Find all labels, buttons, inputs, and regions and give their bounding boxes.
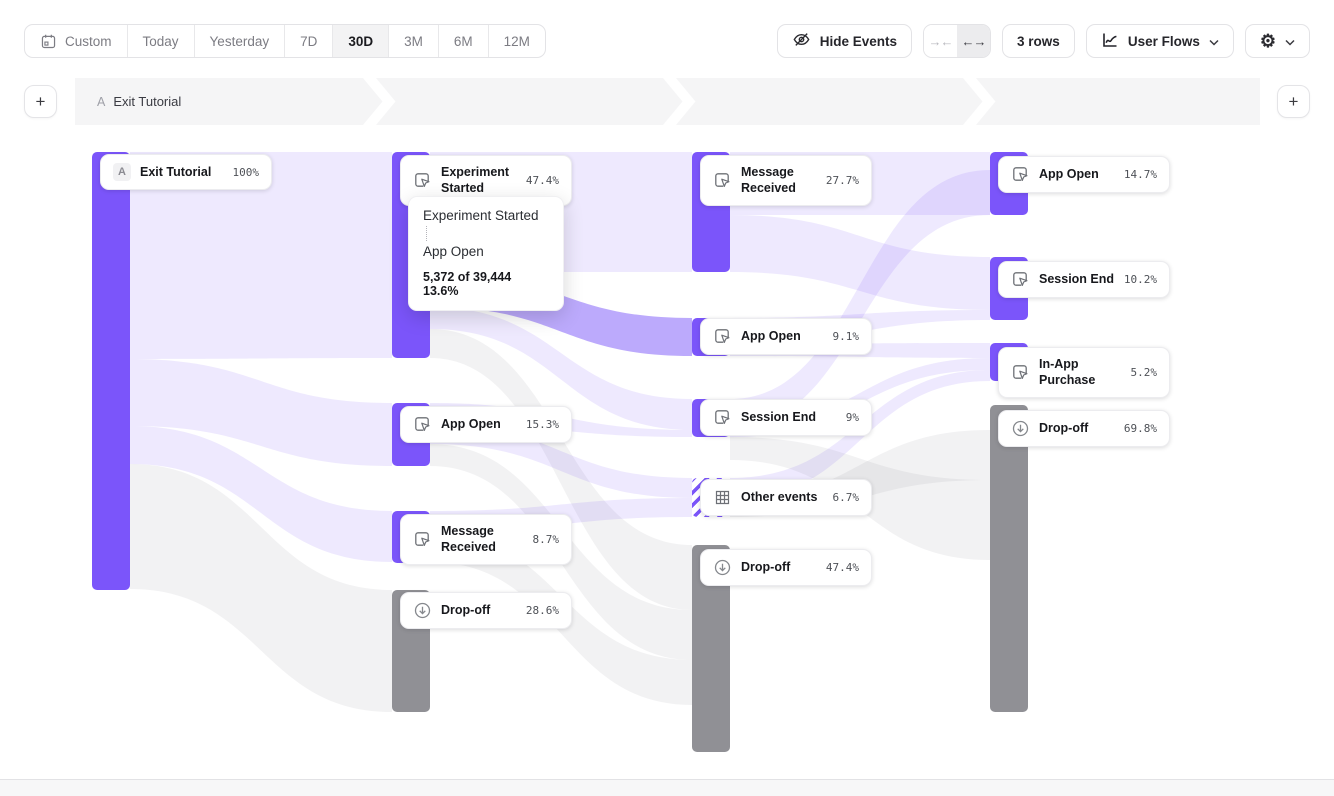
tooltip-stat: 5,372 of 39,444 13.6%: [423, 270, 549, 298]
node-percent: 100%: [233, 166, 260, 179]
node-label: Message Received: [741, 164, 817, 197]
node-label: Session End: [741, 409, 816, 425]
node-label: Message Received: [441, 523, 524, 556]
node-card-drop-off[interactable]: Drop-off 69.8%: [998, 410, 1170, 447]
node-label: Drop-off: [741, 559, 790, 575]
node-percent: 8.7%: [533, 533, 560, 546]
node-card-app-open[interactable]: App Open 15.3%: [400, 406, 572, 443]
node-card-session-end[interactable]: Session End 10.2%: [998, 261, 1170, 298]
node-bar-drop-off[interactable]: [990, 405, 1028, 712]
event-icon: [413, 415, 432, 434]
node-percent: 47.4%: [826, 561, 859, 574]
node-label: Other events: [741, 489, 817, 505]
drop-off-icon: [1011, 419, 1030, 438]
node-label: Session End: [1039, 271, 1114, 287]
node-card-session-end[interactable]: Session End 9%: [700, 399, 872, 436]
node-percent: 47.4%: [526, 174, 559, 187]
tooltip-target-event: App Open: [423, 244, 549, 259]
node-label: Experiment Started: [441, 164, 517, 197]
node-percent: 5.2%: [1131, 366, 1158, 379]
node-card-app-open[interactable]: App Open 9.1%: [700, 318, 872, 355]
event-icon: [1011, 363, 1030, 382]
event-icon: [413, 530, 432, 549]
node-card-drop-off[interactable]: Drop-off 47.4%: [700, 549, 872, 586]
node-card-message-received[interactable]: Message Received 8.7%: [400, 514, 572, 565]
node-percent: 10.2%: [1124, 273, 1157, 286]
node-percent: 9.1%: [833, 330, 860, 343]
node-card-in-app-purchase[interactable]: In-App Purchase 5.2%: [998, 347, 1170, 398]
node-card-drop-off[interactable]: Drop-off 28.6%: [400, 592, 572, 629]
node-percent: 27.7%: [826, 174, 859, 187]
node-card-app-open[interactable]: App Open 14.7%: [998, 156, 1170, 193]
event-icon: [713, 327, 732, 346]
event-icon: [1011, 165, 1030, 184]
node-percent: 15.3%: [526, 418, 559, 431]
event-icon: [1011, 270, 1030, 289]
node-label: App Open: [1039, 166, 1099, 182]
node-label: Drop-off: [441, 602, 490, 618]
node-label: App Open: [441, 416, 501, 432]
node-label: In-App Purchase: [1039, 356, 1122, 389]
other-events-grid-icon: [713, 488, 732, 507]
node-card-exit-tutorial[interactable]: A Exit Tutorial 100%: [100, 154, 272, 190]
node-percent: 14.7%: [1124, 168, 1157, 181]
footer-strip: [0, 779, 1334, 796]
step-a-badge-wrap: A: [113, 163, 131, 181]
event-icon: [413, 171, 432, 190]
drop-off-icon: [413, 601, 432, 620]
tooltip-source-event: Experiment Started: [423, 208, 549, 223]
event-icon: [713, 408, 732, 427]
node-label: App Open: [741, 328, 801, 344]
event-icon: [713, 171, 732, 190]
tooltip-connector: [426, 226, 427, 241]
node-percent: 69.8%: [1124, 422, 1157, 435]
node-label: Drop-off: [1039, 420, 1088, 436]
node-bar-exit-tutorial[interactable]: [92, 152, 130, 590]
link-tooltip: Experiment Started App Open 5,372 of 39,…: [408, 196, 564, 311]
node-card-other-events[interactable]: Other events 6.7%: [700, 479, 872, 516]
step-a-badge: A: [113, 163, 131, 181]
node-percent: 6.7%: [833, 491, 860, 504]
drop-off-icon: [713, 558, 732, 577]
node-percent: 9%: [846, 411, 859, 424]
node-card-message-received[interactable]: Message Received 27.7%: [700, 155, 872, 206]
node-label: Exit Tutorial: [140, 164, 211, 180]
node-percent: 28.6%: [526, 604, 559, 617]
sankey-ribbons: [0, 0, 1334, 796]
